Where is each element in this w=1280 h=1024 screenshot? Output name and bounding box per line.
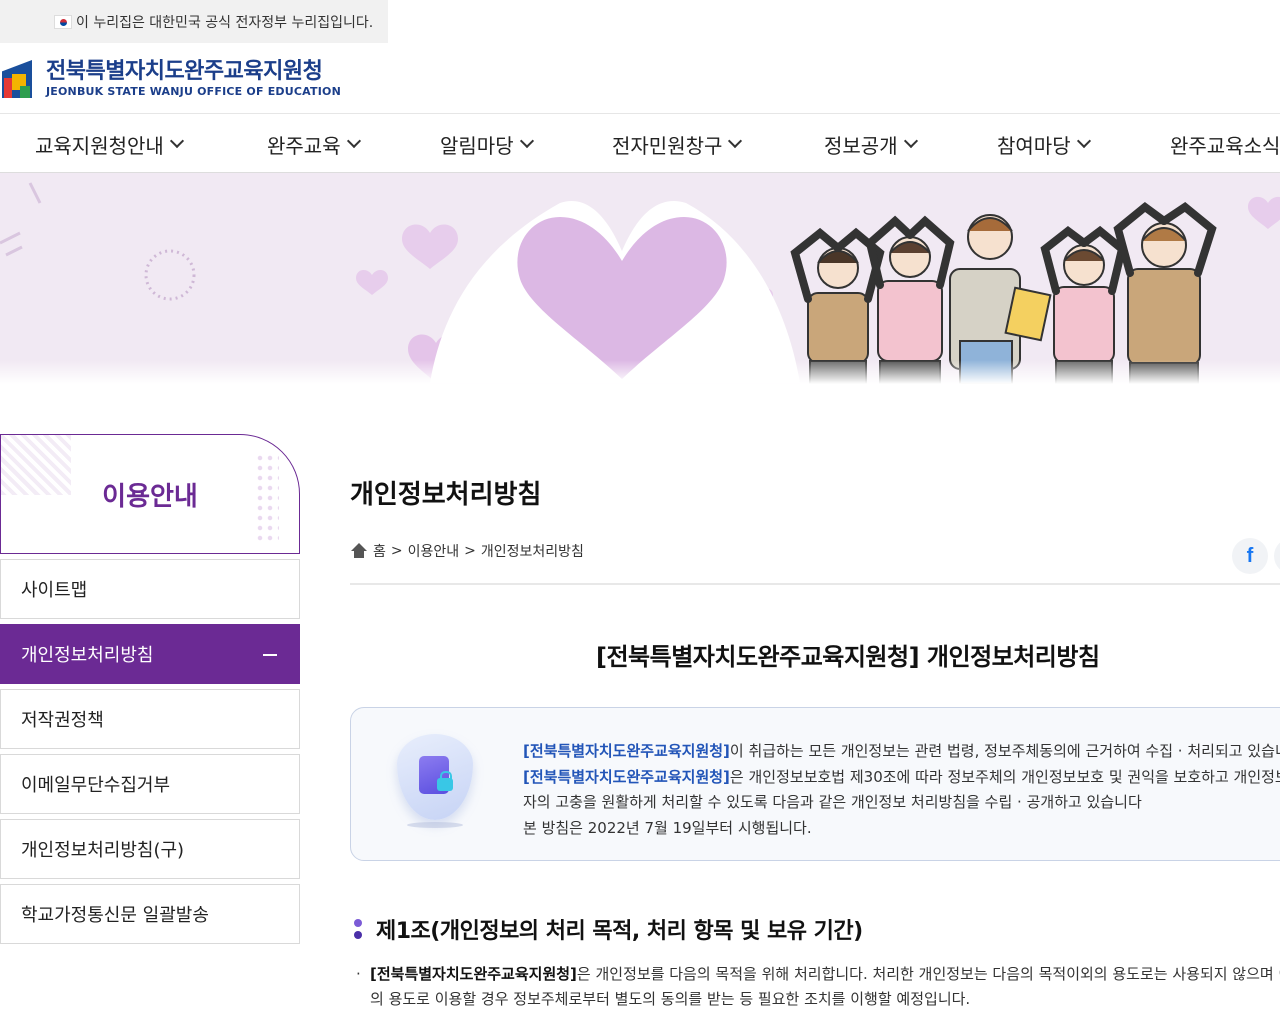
logo-emblem-icon bbox=[0, 56, 40, 102]
intro-text: [전북특별자치도완주교육지원청]이 취급하는 모든 개인정보는 관련 법령, 정… bbox=[523, 739, 1280, 841]
breadcrumb-current: 개인정보처리방침 bbox=[480, 544, 584, 560]
lnb-item-email-refusal[interactable]: 이메일무단수집거부 bbox=[0, 754, 300, 814]
breadcrumb-home[interactable]: 홈 bbox=[373, 541, 386, 561]
content-divider bbox=[350, 583, 1280, 585]
lnb-title: 이용안내 bbox=[102, 481, 198, 512]
share-button[interactable] bbox=[1274, 538, 1280, 574]
lnb-item-label: 개인정보처리방침 bbox=[21, 645, 154, 666]
nav-item-label: 완주교육 bbox=[267, 133, 341, 158]
lnb-header: 이용안내 bbox=[0, 434, 300, 554]
lnb-item-privacy-policy-old[interactable]: 개인정보처리방침(구) bbox=[0, 819, 300, 879]
nav-item-participation[interactable]: 참여마당 bbox=[997, 115, 1091, 172]
intro-box: [전북특별자치도완주교육지원청]이 취급하는 모든 개인정보는 관련 법령, 정… bbox=[350, 707, 1280, 861]
chevron-down-icon bbox=[1076, 133, 1091, 149]
gov-banner: 이 누리집은 대한민국 공식 전자정부 누리집입니다. bbox=[0, 0, 388, 43]
lnb-item-sitemap[interactable]: 사이트맵 bbox=[0, 559, 300, 619]
nav-item-label: 알림마당 bbox=[440, 133, 514, 158]
intro-effective-date: 본 방침은 2022년 7월 19일부터 시행됩니다. bbox=[523, 818, 812, 837]
breadcrumb-separator: > bbox=[390, 543, 403, 559]
chevron-down-icon bbox=[728, 133, 743, 149]
header: 전북특별자치도완주교육지원청 JEONBUK STATE WANJU OFFIC… bbox=[0, 43, 1280, 114]
chevron-down-icon bbox=[519, 133, 534, 149]
lnb-item-label: 학교가정통신문 일괄발송 bbox=[21, 905, 209, 926]
section-1-body: · [전북특별자치도완주교육지원청]은 개인정보를 다음의 목적을 위해 처리합… bbox=[356, 962, 1280, 1012]
nav-item-news[interactable]: 완주교육소식 bbox=[1170, 115, 1280, 172]
section-1-heading: 제1조(개인정보의 처리 목적, 처리 항목 및 보유 기간) bbox=[354, 913, 863, 945]
facebook-share-button[interactable]: f bbox=[1232, 538, 1268, 574]
section-line: 은 개인정보를 다음의 목적을 위해 처리합니다. 처리한 개인정보는 다음의 … bbox=[576, 965, 1280, 983]
breadcrumb: 홈 > 이용안내 > 개인정보처리방침 bbox=[350, 541, 584, 561]
intro-line: 은 개인정보보호법 제30조에 따라 정보주체의 개인정보보호 및 권익을 보호… bbox=[729, 767, 1280, 786]
privacy-shield-icon bbox=[397, 734, 473, 828]
intro-org-name: [전북특별자치도완주교육지원청] bbox=[523, 767, 730, 786]
korea-flag-icon bbox=[54, 14, 72, 29]
sub-visual-banner bbox=[0, 173, 1280, 384]
banner-illustration bbox=[0, 182, 1280, 384]
lnb-item-privacy-policy[interactable]: 개인정보처리방침 bbox=[0, 624, 300, 684]
nav-item-label: 완주교육소식 bbox=[1170, 133, 1280, 158]
facebook-icon: f bbox=[1246, 544, 1254, 567]
section-1-title: 제1조(개인정보의 처리 목적, 처리 항목 및 보유 기간) bbox=[376, 919, 863, 944]
bullet: · bbox=[356, 965, 361, 983]
section-org-name: [전북특별자치도완주교육지원청] bbox=[370, 965, 577, 983]
lnb-item-label: 저작권정책 bbox=[21, 710, 104, 731]
intro-line: 이 취급하는 모든 개인정보는 관련 법령, 정보주체동의에 근거하여 수집 ·… bbox=[729, 742, 1280, 760]
page-title: 개인정보처리방침 bbox=[350, 480, 542, 510]
main-nav: 교육지원청안내 완주교육 알림마당 전자민원창구 정보공개 참여마당 완주교육소… bbox=[0, 115, 1280, 173]
site-logo[interactable]: 전북특별자치도완주교육지원청 JEONBUK STATE WANJU OFFIC… bbox=[0, 56, 341, 102]
intro-line: 자의 고충을 원활하게 처리할 수 있도록 다음과 같은 개인정보 처리방침을 … bbox=[523, 793, 1142, 811]
nav-item-e-civil[interactable]: 전자민원창구 bbox=[612, 115, 743, 172]
home-icon[interactable] bbox=[350, 543, 368, 559]
lnb-item-label: 이메일무단수집거부 bbox=[21, 775, 171, 796]
section-line: 의 용도로 이용할 경우 정보주체로부터 별도의 동의를 받는 등 필요한 조치… bbox=[370, 990, 971, 1008]
section-bullet-icon bbox=[354, 917, 362, 941]
lnb-item-school-newsletter[interactable]: 학교가정통신문 일괄발송 bbox=[0, 884, 300, 944]
breadcrumb-separator: > bbox=[464, 543, 476, 559]
logo-subtitle: JEONBUK STATE WANJU OFFICE OF EDUCATION bbox=[46, 85, 341, 98]
chevron-down-icon bbox=[346, 133, 361, 149]
chevron-down-icon bbox=[169, 133, 184, 149]
nav-item-label: 정보공개 bbox=[824, 133, 898, 158]
nav-item-office-info[interactable]: 교육지원청안내 bbox=[35, 115, 184, 172]
lnb-item-copyright-policy[interactable]: 저작권정책 bbox=[0, 689, 300, 749]
nav-item-label: 전자민원창구 bbox=[612, 133, 723, 158]
logo-title: 전북특별자치도완주교육지원청 bbox=[46, 59, 323, 84]
nav-item-label: 참여마당 bbox=[997, 133, 1071, 158]
minus-icon bbox=[263, 654, 277, 656]
gov-banner-text: 이 누리집은 대한민국 공식 전자정부 누리집입니다. bbox=[76, 14, 374, 31]
breadcrumb-usage-guide[interactable]: 이용안내 bbox=[408, 541, 460, 561]
document-title: [전북특별자치도완주교육지원청] 개인정보처리방침 bbox=[596, 643, 1100, 671]
nav-item-information[interactable]: 정보공개 bbox=[824, 115, 918, 172]
lnb-item-label: 사이트맵 bbox=[21, 580, 88, 601]
chevron-down-icon bbox=[903, 133, 918, 149]
nav-item-notice[interactable]: 알림마당 bbox=[440, 115, 534, 172]
nav-item-wanju-education[interactable]: 완주교육 bbox=[267, 115, 361, 172]
intro-org-name: [전북특별자치도완주교육지원청] bbox=[523, 742, 730, 760]
nav-item-label: 교육지원청안내 bbox=[35, 133, 164, 158]
lnb-menu: 사이트맵 개인정보처리방침 저작권정책 이메일무단수집거부 개인정보처리방침(구… bbox=[0, 559, 300, 949]
lnb-item-label: 개인정보처리방침(구) bbox=[21, 840, 185, 861]
